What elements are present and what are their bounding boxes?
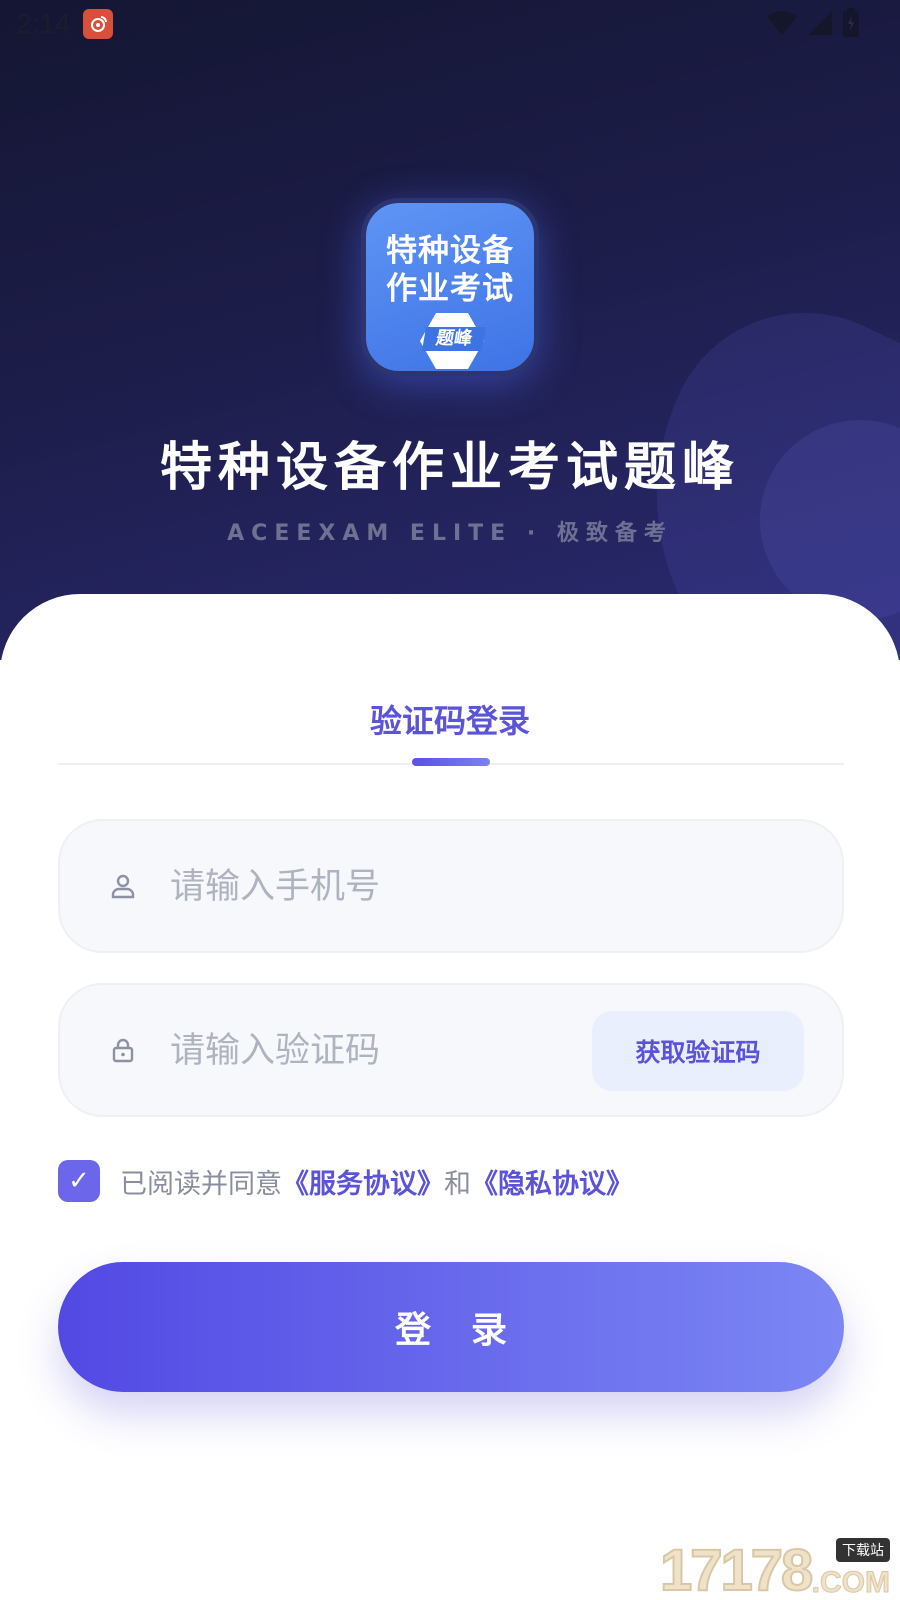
- logo-badge: 题峰: [421, 327, 487, 351]
- code-input[interactable]: [170, 1015, 570, 1087]
- agreement-row: ✓ 已阅读并同意 《服务协议》 和 《隐私协议》: [58, 1160, 633, 1202]
- check-icon: ✓: [68, 1166, 90, 1196]
- phone-field: [58, 819, 844, 953]
- watermark-number: 17178: [659, 1537, 814, 1600]
- app-logo: 特种设备 作业考试 题峰: [361, 198, 539, 376]
- code-field: 获取验证码: [58, 983, 844, 1117]
- app-title: 特种设备作业考试题峰: [159, 438, 740, 498]
- agree-prefix-text: 已阅读并同意: [120, 1168, 282, 1200]
- phone-input[interactable]: [170, 851, 570, 923]
- signal-icon: [806, 9, 834, 41]
- login-button[interactable]: 登录: [58, 1262, 844, 1392]
- status-bar: 2:14: [0, 0, 900, 48]
- service-agreement-link[interactable]: 《服务协议》: [282, 1162, 444, 1201]
- lock-icon: [110, 1037, 136, 1063]
- status-time: 2:14: [16, 8, 71, 39]
- get-code-button[interactable]: 获取验证码: [592, 1011, 804, 1091]
- logo-text-line2: 作业考试: [386, 271, 514, 307]
- weibo-notification-icon: [82, 9, 113, 39]
- app-subtitle: ACEEXAM ELITE · 极致备考: [227, 521, 673, 546]
- watermark-tag: 下载站: [836, 1538, 890, 1562]
- privacy-agreement-link[interactable]: 《隐私协议》: [471, 1162, 633, 1201]
- agree-checkbox[interactable]: ✓: [58, 1160, 100, 1202]
- watermark-suffix: .COM: [811, 1566, 890, 1600]
- agree-and-text: 和: [444, 1168, 471, 1200]
- user-icon: [110, 873, 136, 899]
- wifi-icon: [766, 9, 798, 41]
- tab-active-indicator: [412, 758, 490, 766]
- site-watermark: 17178 下载站 .COM: [659, 1537, 891, 1600]
- hero-header: 2:14 特种设备 作业考试 题峰 特种设备作业考试题峰 ACEEXAM ELI…: [0, 0, 900, 660]
- tab-sms-login[interactable]: 验证码登录: [0, 696, 900, 742]
- battery-icon: [842, 8, 860, 42]
